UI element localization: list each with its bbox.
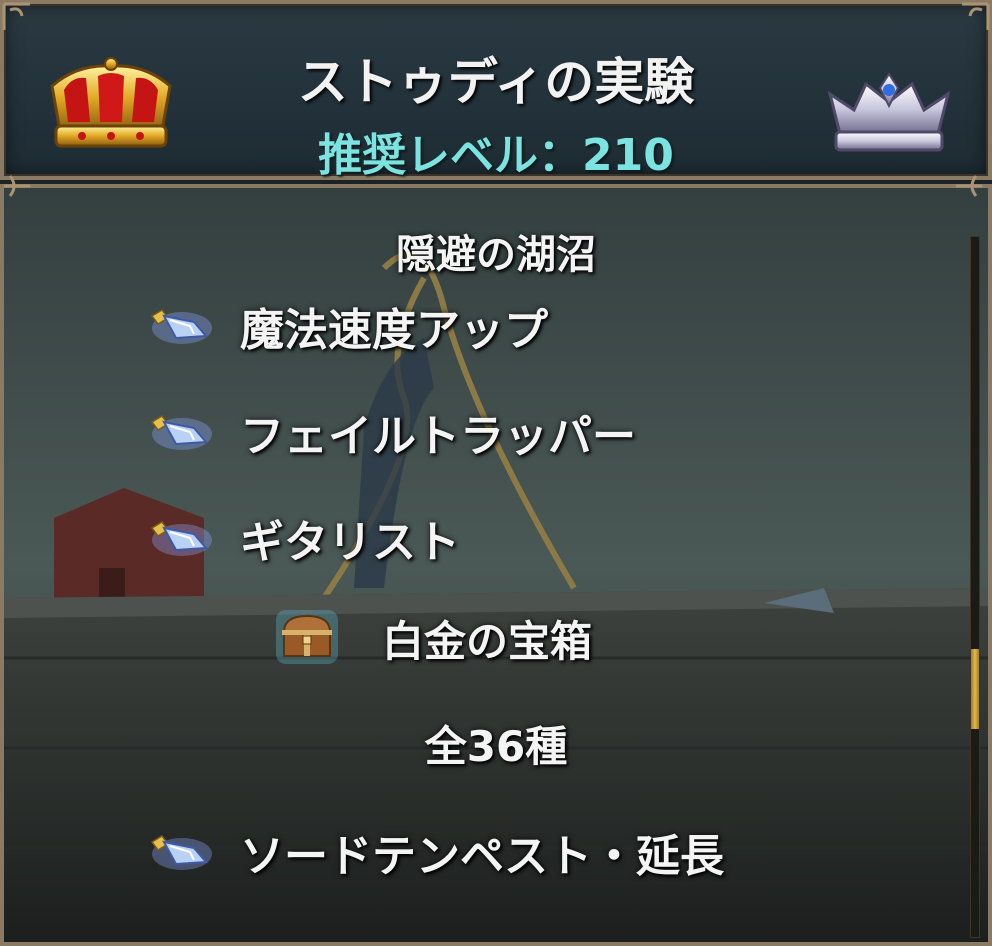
ornament-corner-icon — [2, 2, 30, 30]
reward-panel[interactable]: 隠避の湖沼 魔法速度アップ フェイルトラッパー ギタリスト 白金の宝箱 全36種 — [0, 184, 992, 946]
treasure-chest-icon — [276, 610, 338, 664]
silver-crown-icon — [827, 72, 951, 152]
item-count: 全36種 — [424, 722, 568, 771]
blue-crystal-icon — [150, 521, 212, 556]
blue-crystal-icon — [150, 415, 212, 450]
quest-header: ストゥディの実験 推奨レベル：210 — [0, 0, 992, 181]
chest-label: 白金の宝箱 — [382, 617, 593, 666]
reward-item-label: ソードテンペスト・延長 — [240, 831, 724, 882]
reward-item-label: 魔法速度アップ — [240, 305, 548, 356]
ornament-corner-icon — [956, 175, 982, 197]
reward-item-label: フェイルトラッパー — [240, 411, 636, 462]
ornament-corner-icon — [4, 175, 30, 197]
area-name: 隠避の湖沼 — [396, 232, 596, 278]
scrollbar[interactable] — [970, 236, 980, 938]
blue-crystal-icon — [150, 309, 212, 344]
ornament-corner-icon — [962, 2, 990, 30]
blue-crystal-icon — [150, 835, 212, 870]
scrollbar-thumb[interactable] — [971, 649, 979, 729]
reward-item-label: ギタリスト — [240, 517, 460, 568]
